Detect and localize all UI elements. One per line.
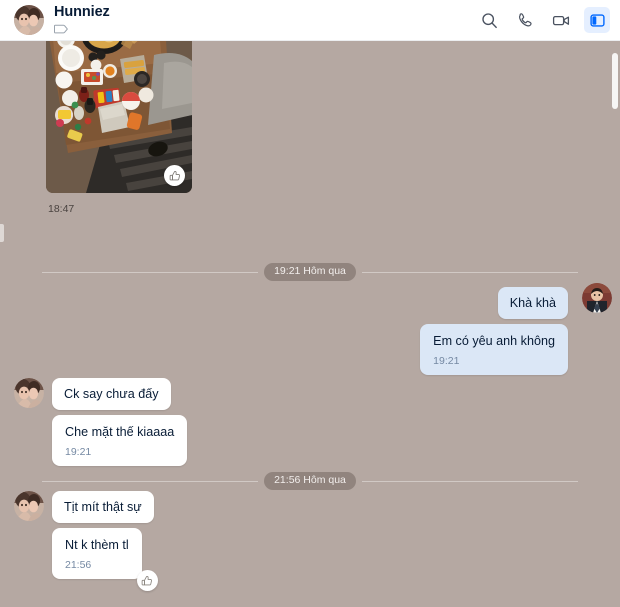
reaction-button[interactable] xyxy=(164,165,185,186)
thumbs-up-icon xyxy=(169,170,181,182)
message-text: Che mặt thế kiaaaa xyxy=(65,425,175,439)
thumbs-up-icon xyxy=(141,575,153,587)
divider-line xyxy=(361,271,578,273)
message-list[interactable]: 18:47 19:21 Hôm qua Khà khà Em có yêu an… xyxy=(0,41,620,607)
video-call-icon xyxy=(552,12,571,29)
message-bubble-incoming[interactable]: Ck say chưa đấy xyxy=(52,378,171,410)
message-bubble-outgoing[interactable]: Khà khà xyxy=(497,287,568,319)
message-bubble-incoming[interactable]: Che mặt thế kiaaaa 19:21 xyxy=(52,415,188,466)
message-text: Nt k thèm tl xyxy=(65,538,129,552)
contact-avatar-image xyxy=(14,491,44,521)
message-timestamp: 21:56 xyxy=(65,559,92,571)
reaction-button[interactable] xyxy=(136,570,158,591)
divider-line xyxy=(42,480,259,482)
message-timestamp: 19:21 xyxy=(433,355,460,367)
contact-avatar-image xyxy=(14,5,44,35)
date-divider-label: 19:21 Hôm qua xyxy=(264,263,356,281)
self-avatar-image xyxy=(582,283,612,313)
divider-line xyxy=(42,271,259,273)
avatar[interactable] xyxy=(14,5,44,35)
conversation-info-panel-icon xyxy=(589,12,606,29)
phone-call-icon xyxy=(517,12,534,29)
conversation-info-button[interactable] xyxy=(584,7,610,33)
chat-tag-row[interactable] xyxy=(54,23,476,35)
message-photo[interactable]: 18:47 xyxy=(46,41,192,215)
chat-window: Hunniez 18:47 19:21 Hôm qua Khà khà Em c… xyxy=(0,0,620,607)
avatar[interactable] xyxy=(582,283,612,313)
contact-avatar-image xyxy=(14,378,44,408)
photo-attachment[interactable] xyxy=(46,41,192,193)
date-divider: 19:21 Hôm qua xyxy=(0,263,620,281)
video-call-button[interactable] xyxy=(548,7,574,33)
message-bubble-outgoing[interactable]: Em có yêu anh không 19:21 xyxy=(420,324,568,375)
messages-scrollbar-thumb[interactable] xyxy=(612,53,618,109)
voice-call-button[interactable] xyxy=(512,7,538,33)
avatar[interactable] xyxy=(14,491,44,521)
message-text: Em có yêu anh không xyxy=(433,334,555,348)
search-button[interactable] xyxy=(476,7,502,33)
divider-line xyxy=(361,480,578,482)
message-timestamp: 18:47 xyxy=(48,203,75,215)
page-title: Hunniez xyxy=(54,4,110,20)
messages-scrollbar[interactable] xyxy=(611,41,620,607)
date-divider-label: 21:56 Hôm qua xyxy=(264,472,356,490)
chat-header-info: Hunniez xyxy=(54,5,476,35)
left-edge-indicator xyxy=(0,224,4,242)
tag-icon xyxy=(54,24,69,35)
message-timestamp: 19:21 xyxy=(65,446,92,458)
message-text: Khà khà xyxy=(509,296,556,310)
date-divider: 21:56 Hôm qua xyxy=(0,472,620,490)
message-bubble-incoming[interactable]: Tịt mít thật sự xyxy=(52,491,154,523)
chat-header: Hunniez xyxy=(0,0,620,41)
header-actions xyxy=(476,7,610,33)
avatar[interactable] xyxy=(14,378,44,408)
message-text: Tịt mít thật sự xyxy=(64,500,142,514)
message-bubble-incoming[interactable]: Nt k thèm tl 21:56 xyxy=(52,528,158,591)
message-text: Ck say chưa đấy xyxy=(64,387,159,401)
search-icon xyxy=(481,12,498,29)
